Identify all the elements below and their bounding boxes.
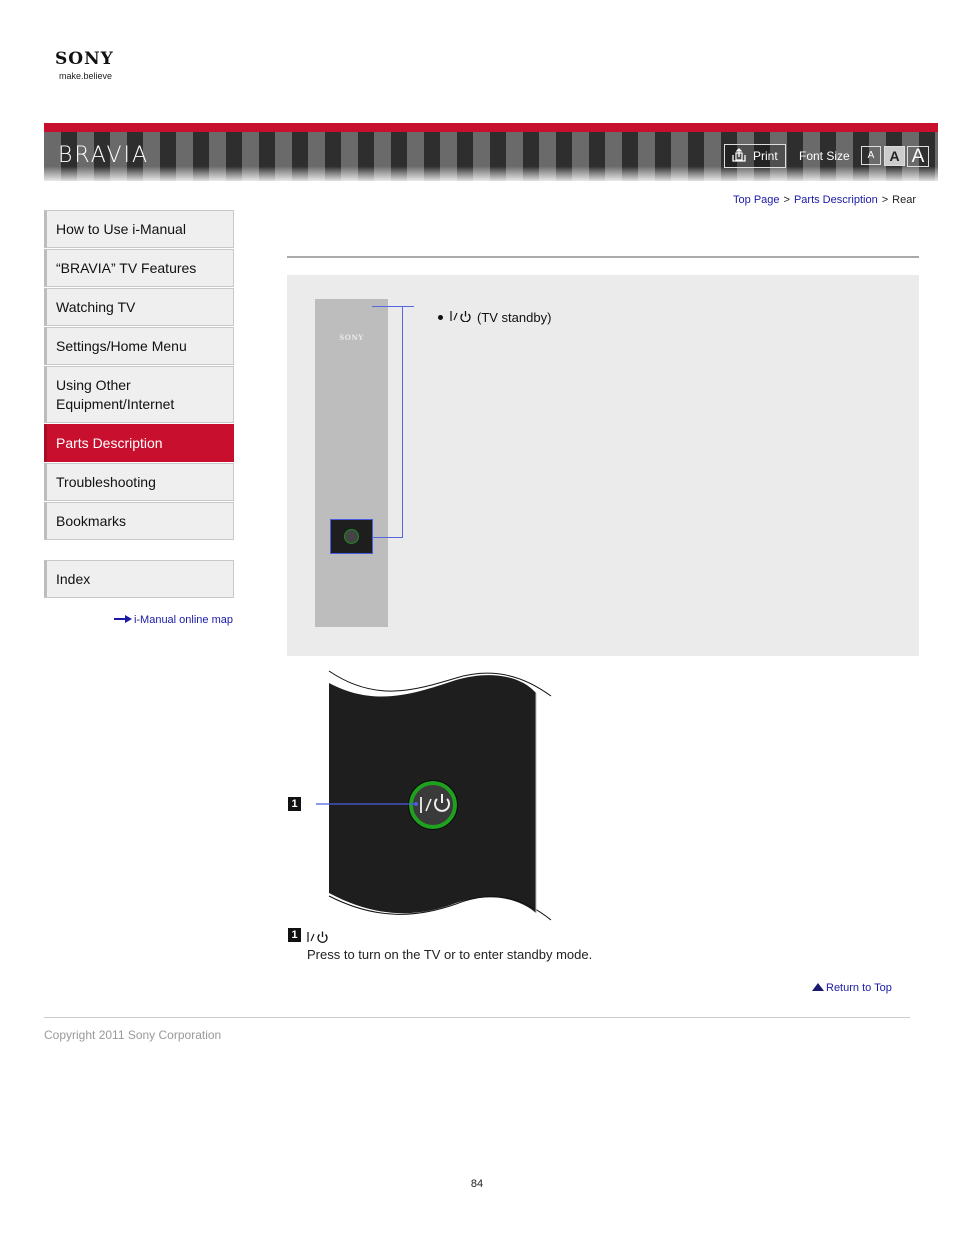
online-map-link[interactable]: i-Manual online map [113,614,233,626]
sidebar-item-settings-home-menu[interactable]: Settings/Home Menu [44,327,234,365]
description-text: Press to turn on the TV or to enter stan… [307,947,593,962]
font-size-medium-button[interactable]: A [884,146,905,166]
sony-wordmark: SONY [55,49,114,69]
breadcrumb-current: Rear [892,194,916,206]
sidebar-item-bravia-features[interactable]: “BRAVIA” TV Features [44,249,234,287]
font-size-small-button[interactable]: A [861,146,881,165]
power-button-small-icon [344,529,359,544]
sidebar-item-label: Bookmarks [56,512,127,529]
sidebar-item-using-other-equipment[interactable]: Using Other Equipment/Internet [44,366,234,423]
power-symbol-icon [305,929,331,946]
sidebar-item-label: Index [56,570,91,587]
sidebar-item-troubleshooting[interactable]: Troubleshooting [44,463,234,501]
callout-number-label: 1 [288,797,301,811]
breadcrumb-separator: > [881,194,889,206]
banner-accent-bar [44,123,938,132]
power-symbol-icon [449,309,473,325]
footer-divider [44,1017,910,1018]
breadcrumb-parts-description[interactable]: Parts Description [794,194,878,206]
sidebar-item-label: Troubleshooting [56,473,156,490]
sidebar-item-bookmarks[interactable]: Bookmarks [44,502,234,540]
sony-logo: SONY make.believe [55,50,114,81]
bullet-icon [438,314,443,320]
sidebar-item-label: Parts Description [56,434,163,451]
breadcrumb-top-page[interactable]: Top Page [733,194,779,206]
callout-line-tick [402,306,414,307]
page-number: 84 [470,1178,484,1190]
power-button-closeup-illustration [316,670,552,921]
sidebar-item-label: “BRAVIA” TV Features [56,259,197,276]
header-banner: BRAVIA Print Font Size A A A [44,123,938,181]
standby-bullet-item: (TV standby) [438,309,551,325]
sidebar-item-label: Settings/Home Menu [56,337,187,354]
sidebar-item-how-to-use[interactable]: How to Use i-Manual [44,210,234,248]
print-icon [731,147,747,166]
sidebar-item-index[interactable]: Index [44,560,234,598]
triangle-up-icon [812,982,824,994]
print-label: Print [753,149,778,163]
return-to-top-label: Return to Top [826,982,892,994]
font-size-label: Font Size [799,149,850,163]
sidebar-item-watching-tv[interactable]: Watching TV [44,288,234,326]
description-number: 1 [288,928,301,942]
online-map-label: i-Manual online map [133,614,233,626]
standby-label: (TV standby) [477,309,552,325]
section-divider [287,256,919,258]
copyright-text: Copyright 2011 Sony Corporation [44,1028,222,1042]
return-to-top-link[interactable]: Return to Top [812,982,892,994]
description-title [305,929,331,946]
sidebar-item-label: Using Other Equipment/Internet [56,376,175,412]
sidebar-item-label: Watching TV [56,298,136,315]
print-button[interactable]: Print [724,144,786,168]
font-size-large-button[interactable]: A [907,146,929,167]
breadcrumb: Top Page > Parts Description > Rear [733,194,916,206]
sony-tagline: make.believe [59,71,113,81]
arrow-right-icon [113,614,132,626]
breadcrumb-separator: > [783,194,790,206]
callout-line [372,306,403,538]
sidebar-item-label: How to Use i-Manual [56,220,186,237]
product-title: BRAVIA [58,143,150,168]
sidebar-item-parts-description[interactable]: Parts Description [44,424,234,462]
